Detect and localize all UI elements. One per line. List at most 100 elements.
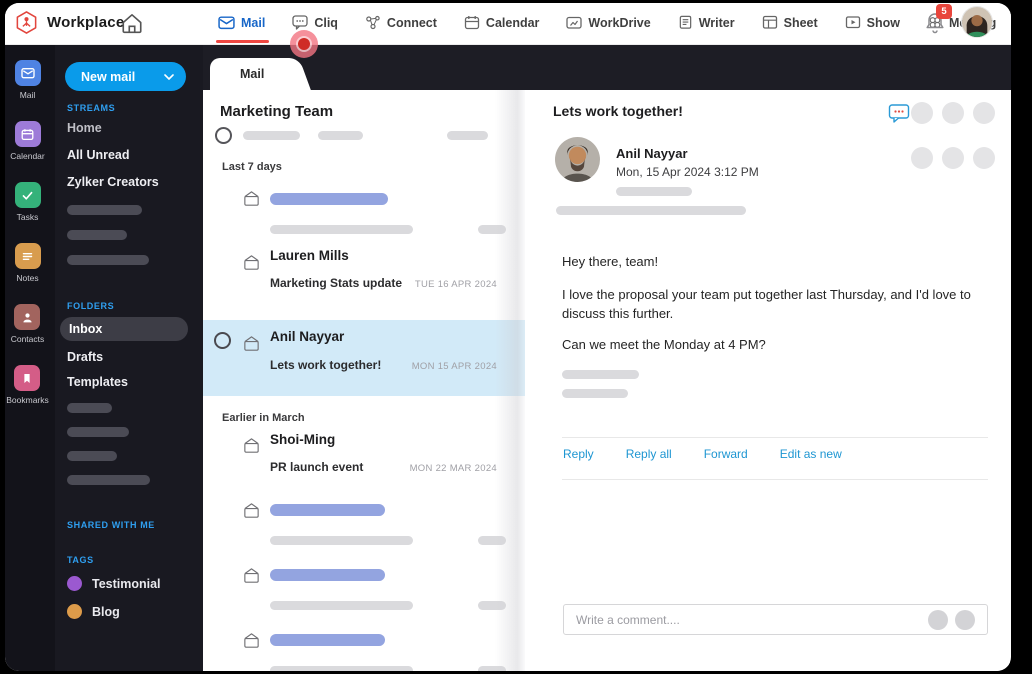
skeleton-bar xyxy=(243,131,300,140)
rail-item-bookmarks[interactable]: Bookmarks xyxy=(6,365,49,405)
reading-pane: Lets work together! Anil Nayyar Mon, 15 … xyxy=(525,90,1010,671)
skeleton-bar xyxy=(318,131,363,140)
mail-list-item-skeleton[interactable] xyxy=(203,186,525,241)
skeleton-subject-bar xyxy=(270,193,388,205)
rail-label: Mail xyxy=(19,90,36,100)
rail-item-notes[interactable]: Notes xyxy=(14,243,41,283)
mail-content-tab[interactable]: Mail xyxy=(210,58,290,90)
skeleton-date-bar xyxy=(478,225,506,234)
sidebar-tag-blog[interactable]: Blog xyxy=(67,604,120,619)
sidebar-item-all-unread[interactable]: All Unread xyxy=(67,148,130,162)
nav-label: Show xyxy=(866,15,900,30)
open-envelope-icon xyxy=(244,503,259,518)
rail-item-mail[interactable]: Mail xyxy=(14,60,41,100)
tags-section-label: TAGS xyxy=(67,555,94,565)
nav-item-writer[interactable]: Writer xyxy=(678,3,735,45)
sidebar-item-home[interactable]: Home xyxy=(67,121,102,135)
rail-label: Bookmarks xyxy=(6,395,49,405)
nav-label: Mail xyxy=(241,15,266,30)
skeleton-bar xyxy=(447,131,488,140)
rail-item-contacts[interactable]: Contacts xyxy=(11,304,44,344)
tag-label: Testimonial xyxy=(92,576,161,591)
new-mail-button[interactable]: New mail xyxy=(65,62,186,91)
show-icon xyxy=(845,16,860,29)
writer-icon xyxy=(679,15,691,29)
comment-box xyxy=(563,604,988,635)
mail-list-item-skeleton[interactable] xyxy=(203,498,525,553)
comments-icon[interactable] xyxy=(888,103,910,124)
sidebar-item-zylker-creators[interactable]: Zylker Creators xyxy=(67,175,159,189)
mail-sidebar: New mail STREAMS Home All Unread Zylker … xyxy=(55,45,203,671)
skeleton-date-bar xyxy=(478,666,506,671)
edit-as-new-link[interactable]: Edit as new xyxy=(780,447,842,461)
workdrive-icon xyxy=(566,16,583,29)
skeleton-bar xyxy=(270,536,413,545)
skeleton-subject-bar xyxy=(270,569,385,581)
rail-label: Tasks xyxy=(16,212,39,222)
divider xyxy=(562,437,988,438)
new-mail-label: New mail xyxy=(81,69,136,84)
nav-item-connect[interactable]: Connect xyxy=(365,3,437,45)
message-date: MON 22 MAR 2024 xyxy=(409,463,497,474)
workplace-brand[interactable]: Workplace xyxy=(14,3,124,45)
rail-item-calendar[interactable]: Calendar xyxy=(10,121,45,161)
nav-item-show[interactable]: Show xyxy=(845,3,900,45)
nav-item-mail[interactable]: Mail xyxy=(216,3,270,45)
open-envelope-icon xyxy=(244,255,259,270)
sidebar-tag-testimonial[interactable]: Testimonial xyxy=(67,576,161,591)
skeleton-bar xyxy=(562,370,639,379)
folder-label: Inbox xyxy=(69,322,103,336)
comment-action-placeholder xyxy=(955,610,975,630)
tag-label: Blog xyxy=(92,604,120,619)
home-icon[interactable] xyxy=(120,11,144,35)
message-sender: Anil Nayyar xyxy=(270,329,345,344)
toolbar-button-placeholder xyxy=(911,102,933,124)
nav-item-workdrive[interactable]: WorkDrive xyxy=(566,3,651,45)
brand-name: Workplace xyxy=(47,14,125,31)
message-datetime: Mon, 15 Apr 2024 3:12 PM xyxy=(616,165,759,179)
mail-list-item-skeleton[interactable] xyxy=(203,563,525,618)
rail-label: Notes xyxy=(16,273,39,283)
open-envelope-icon xyxy=(244,191,259,206)
nav-label: Writer xyxy=(698,15,735,30)
forward-link[interactable]: Forward xyxy=(704,447,748,461)
reply-link[interactable]: Reply xyxy=(563,447,594,461)
mail-list-item-selected[interactable]: Anil Nayyar Lets work together! MON 15 A… xyxy=(203,320,525,396)
message-actions: Reply Reply all Forward Edit as new xyxy=(563,447,842,461)
body-paragraph: Can we meet the Monday at 4 PM? xyxy=(562,337,766,352)
comment-input[interactable] xyxy=(564,605,987,634)
app-rail: Mail Calendar Tasks Notes Contacts Bookm… xyxy=(5,45,55,671)
chevron-down-icon[interactable] xyxy=(164,73,186,80)
mail-list-item-skeleton[interactable] xyxy=(203,628,525,671)
rail-tasks-icon xyxy=(14,182,41,208)
nav-label: Calendar xyxy=(485,15,540,30)
select-checkbox[interactable] xyxy=(214,332,231,349)
sheet-icon xyxy=(762,15,777,29)
rail-item-tasks[interactable]: Tasks xyxy=(14,182,41,222)
nav-item-sheet[interactable]: Sheet xyxy=(762,3,818,45)
skeleton-bar xyxy=(67,475,150,485)
user-avatar[interactable] xyxy=(962,7,992,37)
app-window: Workplace Mail Cliq Connect Calendar Wor… xyxy=(5,3,1011,671)
mail-list-item[interactable]: Lauren Mills Marketing Stats update TUE … xyxy=(203,245,525,307)
skeleton-subject-bar xyxy=(270,504,385,516)
skeleton-bar xyxy=(67,255,149,265)
rail-label: Calendar xyxy=(10,151,45,161)
toolbar-button-placeholder xyxy=(942,102,964,124)
reply-all-link[interactable]: Reply all xyxy=(626,447,672,461)
group-label-earlier: Earlier in March xyxy=(222,412,305,424)
mail-list-item[interactable]: Shoi-Ming PR launch event MON 22 MAR 202… xyxy=(203,430,525,492)
select-all-checkbox[interactable] xyxy=(215,127,232,144)
mail-icon xyxy=(218,16,235,30)
skeleton-date-bar xyxy=(478,536,506,545)
folders-section-label: FOLDERS xyxy=(67,301,115,311)
sidebar-item-drafts[interactable]: Drafts xyxy=(67,350,103,364)
skeleton-bar xyxy=(616,187,692,196)
nav-item-calendar[interactable]: Calendar xyxy=(464,3,540,45)
message-title: Lets work together! xyxy=(553,103,683,119)
skeleton-bar xyxy=(67,427,129,437)
connect-icon xyxy=(366,15,380,30)
skeleton-bar xyxy=(67,230,127,240)
sidebar-item-templates[interactable]: Templates xyxy=(67,375,128,389)
sidebar-item-inbox[interactable]: Inbox xyxy=(60,317,188,341)
